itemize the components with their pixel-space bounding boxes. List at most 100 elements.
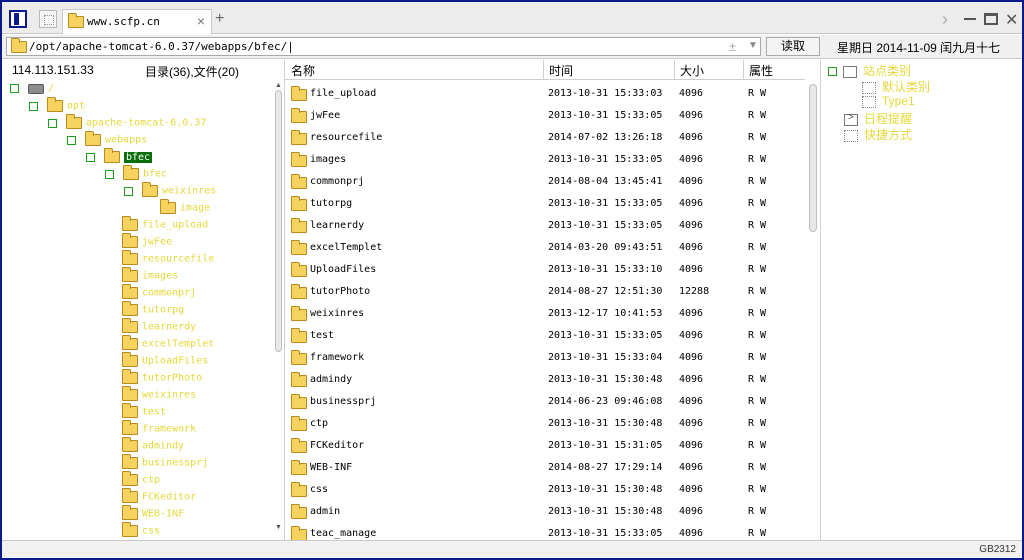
- table-row[interactable]: UploadFiles 2013-10-31 15:33:10 4096 R W: [285, 259, 805, 281]
- tree-node[interactable]: tutorPhoto: [122, 369, 202, 388]
- tree-node[interactable]: WEB-INF: [122, 505, 184, 524]
- table-row[interactable]: learnerdy 2013-10-31 15:33:05 4096 R W: [285, 215, 805, 237]
- tree-node[interactable]: tutorpg: [122, 301, 184, 320]
- column-header-attr[interactable]: 属性: [749, 62, 773, 79]
- tree-node[interactable]: learnerdy: [122, 318, 196, 337]
- tree-node[interactable]: resourcefile: [122, 250, 214, 269]
- default-category-node[interactable]: 默认类别: [862, 78, 930, 95]
- tree-node[interactable]: file_upload: [122, 216, 208, 235]
- table-row[interactable]: FCKeditor 2013-10-31 15:31:05 4096 R W: [285, 435, 805, 457]
- folder-icon: [291, 482, 307, 497]
- table-row[interactable]: jwFee 2013-10-31 15:33:05 4096 R W: [285, 105, 805, 127]
- tree-node[interactable]: opt: [29, 97, 85, 116]
- scroll-up-icon[interactable]: ▲: [275, 82, 282, 89]
- table-row[interactable]: ctp 2013-10-31 15:30:48 4096 R W: [285, 413, 805, 435]
- column-header-time[interactable]: 时间: [549, 62, 573, 79]
- scroll-thumb[interactable]: [809, 84, 817, 232]
- tree-node[interactable]: commonprj: [122, 284, 196, 303]
- tree-node[interactable]: excelTemplet: [122, 335, 214, 354]
- expand-icon[interactable]: [48, 118, 57, 128]
- table-row[interactable]: weixinres 2013-12-17 10:41:53 4096 R W: [285, 303, 805, 325]
- tree-node[interactable]: admindy: [122, 437, 184, 456]
- expand-icon[interactable]: [86, 152, 95, 162]
- tree-node[interactable]: weixinres: [122, 386, 196, 405]
- folder-icon: [291, 416, 307, 431]
- minimize-button[interactable]: [964, 18, 976, 20]
- folder-icon: [122, 471, 138, 486]
- read-button[interactable]: 读取: [766, 37, 820, 56]
- site-category-icon: [843, 65, 857, 78]
- status-bar: GB2312: [2, 540, 1022, 558]
- expand-icon[interactable]: [67, 135, 76, 145]
- address-path[interactable]: /opt/apache-tomcat-6.0.37/webapps/bfec/|: [29, 40, 294, 53]
- tree-node[interactable]: framework: [122, 420, 196, 439]
- scroll-down-icon[interactable]: ▼: [275, 524, 282, 531]
- tree-node-selected[interactable]: bfec: [86, 148, 153, 167]
- close-window-button[interactable]: ✕: [1005, 10, 1018, 30]
- folder-icon: [160, 199, 176, 214]
- type1-node[interactable]: Type1: [862, 94, 915, 108]
- folder-icon: [122, 420, 138, 435]
- column-header-size[interactable]: 大小: [680, 62, 704, 79]
- table-row[interactable]: framework 2013-10-31 15:33:04 4096 R W: [285, 347, 805, 369]
- expand-icon[interactable]: [29, 101, 38, 111]
- table-row[interactable]: WEB-INF 2014-08-27 17:29:14 4096 R W: [285, 457, 805, 479]
- column-header-name[interactable]: 名称: [291, 62, 315, 79]
- table-scrollbar[interactable]: [807, 80, 819, 540]
- folder-icon: [122, 454, 138, 469]
- table-row[interactable]: excelTemplet 2014-03-20 09:43:51 4096 R W: [285, 237, 805, 259]
- expand-icon[interactable]: [124, 186, 133, 196]
- sidebar-toggle-icon[interactable]: [9, 10, 27, 28]
- chevron-down-icon[interactable]: ▼: [748, 40, 758, 51]
- tree-node[interactable]: weixinres: [124, 182, 216, 201]
- app-window: www.scfp.cn × + › ✕ /opt/apache-tomcat-6…: [0, 0, 1024, 560]
- folder-icon: [291, 350, 307, 365]
- table-row[interactable]: test 2013-10-31 15:33:05 4096 R W: [285, 325, 805, 347]
- table-row[interactable]: businessprj 2014-06-23 09:46:08 4096 R W: [285, 391, 805, 413]
- table-row[interactable]: tutorpg 2013-10-31 15:33:05 4096 R W: [285, 193, 805, 215]
- folder-icon: [291, 438, 307, 453]
- expand-icon[interactable]: [10, 84, 19, 93]
- new-window-icon[interactable]: [39, 10, 57, 28]
- folder-icon: [291, 394, 307, 409]
- table-row[interactable]: resourcefile 2014-07-02 13:26:18 4096 R W: [285, 127, 805, 149]
- expand-icon[interactable]: [105, 169, 114, 179]
- folder-icon: [122, 437, 138, 452]
- folder-icon: [291, 152, 307, 167]
- close-tab-icon[interactable]: ×: [197, 13, 205, 29]
- drive-icon: [28, 83, 44, 94]
- date-display: 星期日 2014-11-09 闰九月十七: [837, 41, 1001, 55]
- folder-icon: [122, 233, 138, 248]
- tree-node[interactable]: image: [160, 199, 210, 218]
- maximize-button[interactable]: [984, 13, 998, 25]
- dir-file-count: 目录(36),文件(20): [145, 65, 240, 79]
- table-row[interactable]: teac_manage 2013-10-31 15:33:05 4096 R W: [285, 523, 805, 540]
- tree-node[interactable]: FCKeditor: [122, 488, 196, 507]
- tree-node[interactable]: css: [122, 522, 160, 541]
- table-row[interactable]: images 2013-10-31 15:33:05 4096 R W: [285, 149, 805, 171]
- table-row[interactable]: commonprj 2014-08-04 13:45:41 4096 R W: [285, 171, 805, 193]
- table-row[interactable]: css 2013-10-31 15:30:48 4096 R W: [285, 479, 805, 501]
- folder-icon: [122, 335, 138, 350]
- tree-node[interactable]: bfec: [105, 165, 167, 184]
- expand-icon[interactable]: [828, 67, 837, 77]
- tree-scrollbar[interactable]: ▲ ▼: [273, 82, 284, 538]
- table-row[interactable]: admin 2013-10-31 15:30:48 4096 R W: [285, 501, 805, 523]
- folder-icon: [122, 352, 138, 367]
- tab-active[interactable]: www.scfp.cn ×: [62, 9, 212, 34]
- table-row[interactable]: file_upload 2013-10-31 15:33:03 4096 R W: [285, 83, 805, 105]
- tree-node[interactable]: UploadFiles: [122, 352, 208, 371]
- table-row[interactable]: admindy 2013-10-31 15:30:48 4096 R W: [285, 369, 805, 391]
- tree-node[interactable]: businessprj: [122, 454, 208, 473]
- scroll-thumb[interactable]: [275, 90, 282, 352]
- chevron-right-icon[interactable]: ›: [942, 9, 948, 30]
- address-input[interactable]: /opt/apache-tomcat-6.0.37/webapps/bfec/|…: [6, 37, 761, 56]
- site-category-node[interactable]: 站点类别: [828, 62, 911, 79]
- tree-node[interactable]: apache-tomcat-6.0.37: [48, 114, 206, 133]
- add-bookmark-icon[interactable]: ±: [729, 39, 736, 54]
- tab-bar: www.scfp.cn × + › ✕: [2, 2, 1022, 34]
- table-row[interactable]: tutorPhoto 2014-08-27 12:51:30 12288 R W: [285, 281, 805, 303]
- add-tab-button[interactable]: +: [215, 10, 224, 28]
- shortcut-node[interactable]: 快捷方式: [844, 126, 912, 143]
- schedule-reminder-node[interactable]: 日程提醒: [844, 110, 912, 127]
